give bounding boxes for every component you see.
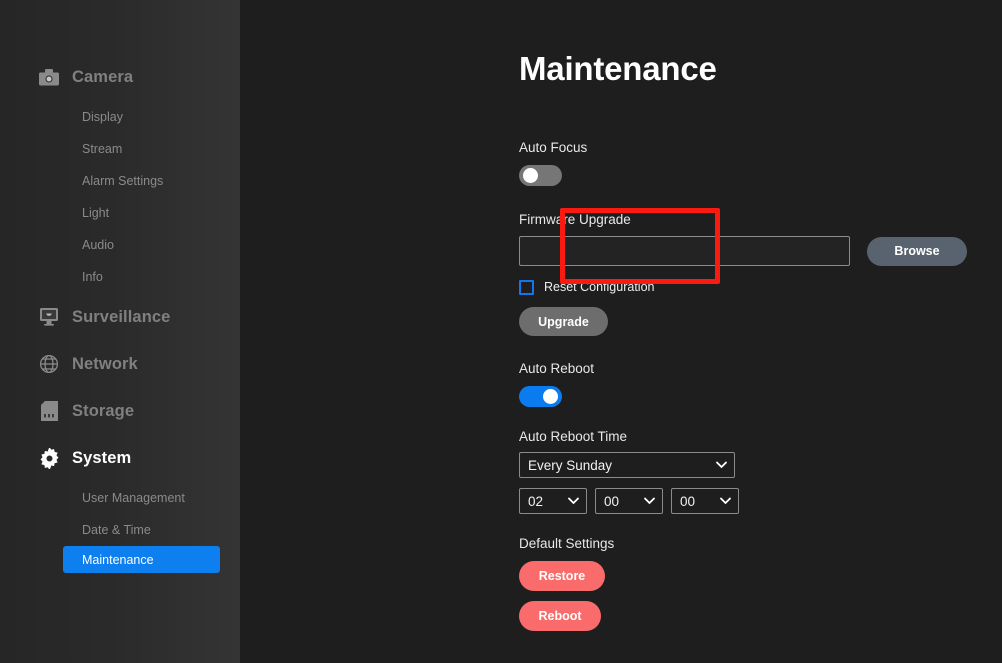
auto-reboot-label: Auto Reboot: [519, 361, 595, 376]
auto-reboot-section: Auto Reboot: [519, 361, 1002, 407]
auto-focus-section: Auto Focus: [519, 140, 1002, 186]
monitor-icon: [38, 306, 60, 328]
gear-icon: [38, 447, 60, 469]
auto-focus-label: Auto Focus: [519, 140, 588, 155]
reboot-second-select[interactable]: 00: [671, 488, 739, 514]
main-content: Maintenance Auto Focus Firmware Upgrade …: [240, 0, 1002, 663]
sidebar-subitem-label: Audio: [82, 238, 114, 252]
auto-focus-toggle[interactable]: [519, 165, 562, 186]
auto-reboot-time-label: Auto Reboot Time: [519, 429, 628, 444]
firmware-upgrade-section: Firmware Upgrade Browse Reset Configurat…: [519, 212, 1002, 336]
sidebar-item-network[interactable]: Network: [0, 345, 240, 383]
page-title: Maintenance: [519, 50, 717, 87]
upgrade-button[interactable]: Upgrade: [519, 307, 608, 336]
sidebar: Camera Display Stream Alarm Settings Lig…: [0, 0, 240, 663]
sidebar-subitem-label: Date & Time: [82, 523, 151, 537]
sidebar-item-date-time[interactable]: Date & Time: [0, 514, 240, 546]
sidebar-subitem-label: Light: [82, 206, 110, 220]
sidebar-subitem-label: Alarm Settings: [82, 174, 164, 188]
sidebar-item-label: Surveillance: [72, 307, 171, 326]
sidebar-subitem-label: Info: [82, 270, 103, 284]
sidebar-item-label: System: [72, 448, 132, 467]
camera-icon: [38, 66, 60, 88]
sidebar-item-label: Network: [72, 354, 138, 373]
firmware-file-input[interactable]: [519, 236, 850, 266]
sidebar-subitem-label: Display: [82, 110, 123, 124]
sd-card-icon: [38, 400, 60, 422]
reset-configuration-label: Reset Configuration: [544, 280, 655, 294]
sidebar-item-camera[interactable]: Camera: [0, 58, 240, 96]
auto-reboot-time-section: Auto Reboot Time Every SundayEvery Monda…: [519, 429, 1002, 514]
reboot-minute-select[interactable]: 00: [595, 488, 663, 514]
sidebar-item-stream[interactable]: Stream: [0, 133, 240, 165]
globe-icon: [38, 353, 60, 375]
restore-button[interactable]: Restore: [519, 561, 605, 591]
firmware-upgrade-label: Firmware Upgrade: [519, 212, 631, 227]
app-window: Camera Display Stream Alarm Settings Lig…: [0, 0, 1002, 663]
toggle-knob: [523, 168, 538, 183]
sidebar-item-system[interactable]: System: [0, 439, 240, 477]
toggle-knob: [543, 389, 558, 404]
sidebar-item-alarm-settings[interactable]: Alarm Settings: [0, 165, 240, 197]
sidebar-item-light[interactable]: Light: [0, 197, 240, 229]
default-settings-label: Default Settings: [519, 536, 615, 551]
sidebar-item-audio[interactable]: Audio: [0, 229, 240, 261]
reboot-button[interactable]: Reboot: [519, 601, 601, 631]
sidebar-item-maintenance[interactable]: Maintenance: [63, 546, 220, 573]
sidebar-subitem-label: Stream: [82, 142, 123, 156]
reboot-hour-select[interactable]: 02: [519, 488, 587, 514]
auto-reboot-toggle[interactable]: [519, 386, 562, 407]
browse-button[interactable]: Browse: [867, 236, 967, 266]
sidebar-item-info[interactable]: Info: [0, 261, 240, 293]
sidebar-item-label: Storage: [72, 401, 135, 420]
sidebar-item-display[interactable]: Display: [0, 101, 240, 133]
sidebar-subitem-label: Maintenance: [82, 552, 154, 567]
default-settings-section: Default Settings Restore Reboot: [519, 536, 1002, 631]
reset-configuration-checkbox[interactable]: [519, 279, 534, 295]
sidebar-subitem-label: User Management: [82, 491, 185, 505]
sidebar-item-surveillance[interactable]: Surveillance: [0, 298, 240, 336]
sidebar-item-label: Camera: [72, 67, 134, 86]
sidebar-item-storage[interactable]: Storage: [0, 392, 240, 430]
reboot-schedule-select[interactable]: Every SundayEvery MondayEvery Day: [519, 452, 735, 478]
sidebar-item-user-management[interactable]: User Management: [0, 482, 240, 514]
